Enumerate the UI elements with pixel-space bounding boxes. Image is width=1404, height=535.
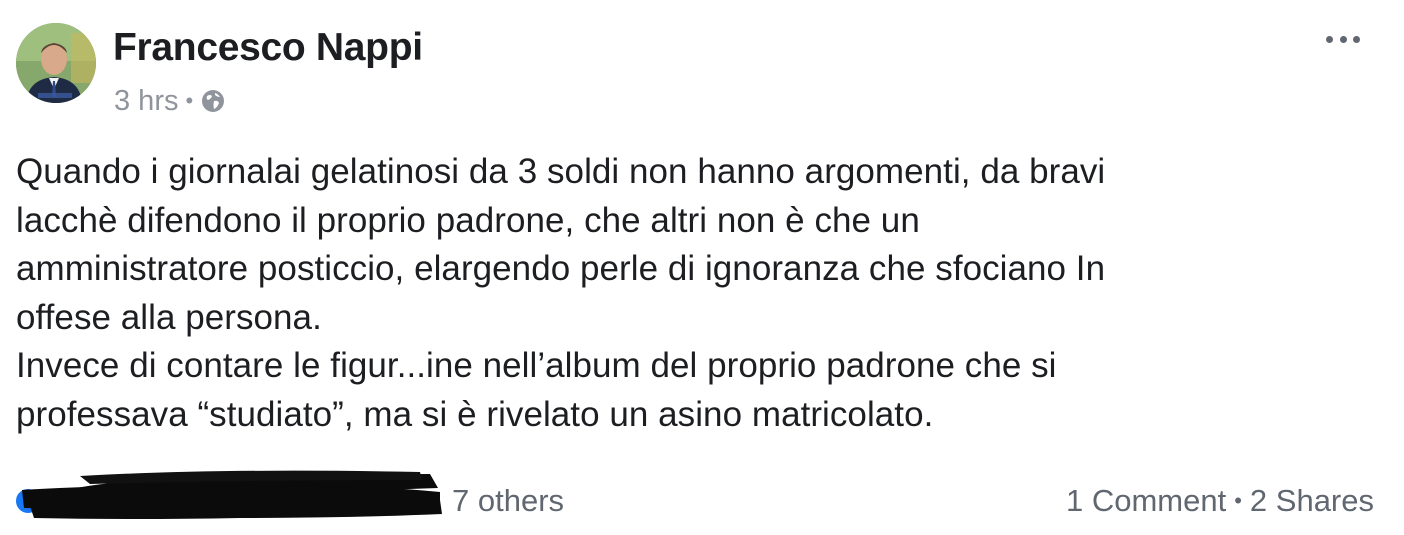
more-dot <box>1353 35 1360 43</box>
author-name[interactable]: Francesco Nappi <box>113 26 423 70</box>
engagement-counts: 1 Comment • 2 Shares <box>1066 478 1374 524</box>
more-dot <box>1339 35 1347 43</box>
reactions-others[interactable]: 7 others <box>452 483 564 519</box>
more-dot <box>1326 35 1333 43</box>
meta-separator: • <box>185 88 194 113</box>
post-timestamp[interactable]: 3 hrs <box>114 85 178 118</box>
globe-icon[interactable] <box>201 89 225 113</box>
counts-separator: • <box>1234 488 1242 513</box>
comments-count[interactable]: 1 Comment <box>1066 483 1226 519</box>
author-avatar[interactable] <box>16 23 96 103</box>
feed-post: Francesco Nappi 3 hrs • Quando i giornal… <box>0 0 1404 535</box>
post-meta: 3 hrs • <box>114 83 225 119</box>
shares-count[interactable]: 2 Shares <box>1250 483 1374 519</box>
more-options-icon[interactable] <box>1326 26 1360 52</box>
redaction-scribble <box>20 466 445 526</box>
post-body-text: Quando i giornalai gelatinosi da 3 soldi… <box>16 152 1106 434</box>
